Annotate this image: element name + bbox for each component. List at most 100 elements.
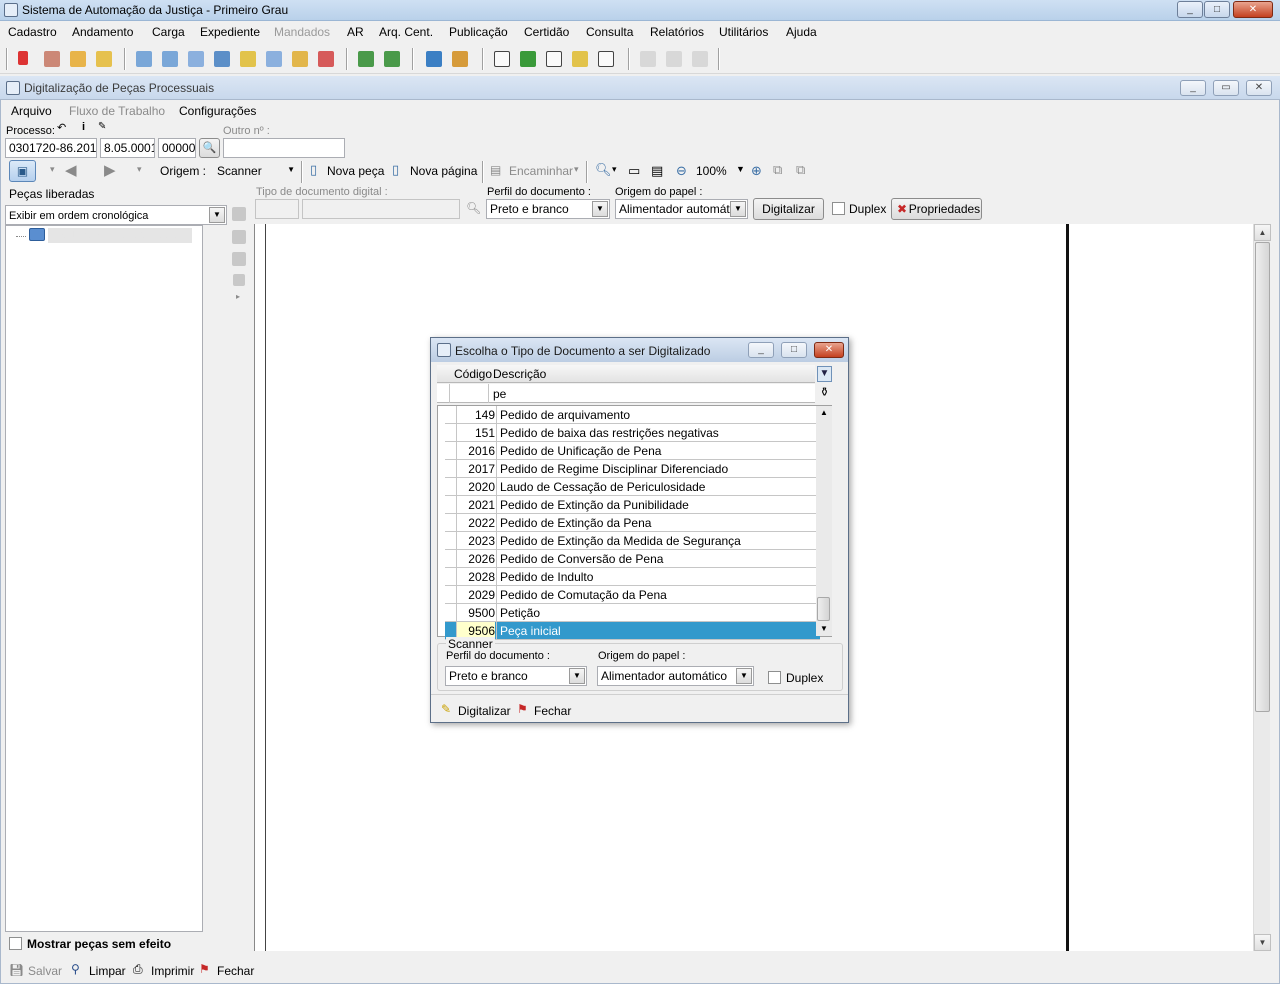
search-icon[interactable]: 🔍︎ [466, 201, 481, 215]
imprimir-button[interactable]: Imprimir [151, 964, 194, 978]
table-row[interactable]: 2020 Laudo de Cessação de Periculosidade [445, 478, 820, 496]
pages-green-icon[interactable] [520, 51, 536, 67]
scroll-down-arrow[interactable]: ▼ [1254, 934, 1271, 951]
dialog-digitalizar-button[interactable]: Digitalizar [458, 704, 511, 718]
table-row[interactable]: 2029 Pedido de Comutação da Pena [445, 586, 820, 604]
add-piece-icon[interactable] [232, 207, 246, 221]
tag-small-icon[interactable]: ✎ [98, 121, 112, 135]
pieces-tree[interactable]: 0301720-86.2015.8.05.0001 [5, 225, 203, 932]
flag-icon[interactable] [18, 51, 28, 65]
table-row[interactable]: 149 Pedido de arquivamento [445, 406, 820, 424]
menu-publicacao[interactable]: Publicação [449, 25, 508, 39]
dialog-minimize-button[interactable]: _ [748, 342, 774, 358]
menu-ajuda[interactable]: Ajuda [786, 25, 817, 39]
processo-suffix-field[interactable]: 00000 [158, 138, 196, 158]
dialog-duplex-checkbox[interactable] [768, 671, 781, 684]
pages-icon[interactable] [546, 51, 562, 67]
salvar-button[interactable]: Salvar [28, 964, 62, 978]
origem-papel-select[interactable]: Alimentador automático ▼ [615, 199, 748, 219]
copy-document-icon[interactable] [136, 51, 152, 67]
viewer-scrollbar[interactable]: ▲ ▼ [1253, 224, 1271, 951]
ordem-select[interactable]: Exibir em ordem cronológica ▼ [5, 205, 227, 225]
chevron-down-icon[interactable]: ▼ [736, 164, 745, 174]
dialog-origem-select[interactable]: Alimentador automático ▼ [597, 666, 754, 686]
edit-document-icon[interactable] [240, 51, 256, 67]
table-row[interactable]: 2028 Pedido de Indulto [445, 568, 820, 586]
text-cursor-icon[interactable] [598, 51, 614, 67]
dialog-close-button[interactable]: ✕ [814, 342, 844, 358]
filter-icon[interactable]: ▼ [817, 366, 832, 382]
remove-piece-icon[interactable] [232, 230, 246, 244]
zoom-out-icon[interactable]: ⊖ [676, 163, 687, 179]
table-row[interactable]: 151 Pedido de baixa das restrições negati… [445, 424, 820, 442]
menu-carga[interactable]: Carga [152, 25, 185, 39]
next-icon[interactable]: ▶ [104, 161, 116, 179]
scroll-up-arrow[interactable]: ▲ [1254, 224, 1271, 241]
limpar-button[interactable]: Limpar [89, 964, 126, 978]
grid-scroll-thumb[interactable] [817, 597, 830, 621]
menu-fluxo-de-trabalho[interactable]: Fluxo de Trabalho [69, 104, 165, 118]
lock-icon[interactable] [233, 274, 245, 286]
page-icon[interactable] [494, 51, 510, 67]
close-button[interactable]: ✕ [1233, 1, 1273, 18]
processo-number-field[interactable]: 0301720-86.2015 [5, 138, 97, 158]
document-list-icon[interactable] [188, 51, 204, 67]
move-piece-icon[interactable] [232, 252, 246, 266]
fechar-button[interactable]: Fechar [217, 964, 254, 978]
tag-blue-icon[interactable] [426, 51, 442, 67]
zoom-icon[interactable]: 🔍︎ [595, 162, 612, 178]
search-folder-icon[interactable] [572, 51, 588, 67]
encaminhar-button[interactable]: Encaminhar [509, 164, 573, 178]
nova-pagina-button[interactable]: Nova página [410, 164, 477, 178]
menu-certidao[interactable]: Certidão [524, 25, 569, 39]
menu-andamento[interactable]: Andamento [72, 25, 133, 39]
table-row[interactable]: 2023 Pedido de Extinção da Medida de Segu… [445, 532, 820, 550]
menu-configuracoes[interactable]: Configurações [179, 104, 256, 118]
menu-utilitarios[interactable]: Utilitários [719, 25, 768, 39]
dialog-maximize-button[interactable]: □ [781, 342, 807, 358]
undo-icon[interactable]: ↶ [57, 121, 71, 135]
child-minimize-button[interactable]: _ [1180, 80, 1206, 96]
sync-icon[interactable] [96, 51, 112, 67]
import-icon[interactable] [358, 51, 374, 67]
info-icon[interactable]: i [82, 121, 96, 135]
perfil-documento-select[interactable]: Preto e branco ▼ [486, 199, 610, 219]
find-icon[interactable] [266, 51, 282, 67]
menu-relatorios[interactable]: Relatórios [650, 25, 704, 39]
mostrar-sem-efeito-checkbox[interactable] [9, 937, 22, 950]
menu-mandados[interactable]: Mandados [274, 25, 330, 39]
duplex-checkbox[interactable] [832, 202, 845, 215]
dialog-fechar-button[interactable]: Fechar [534, 704, 571, 718]
col-descricao-header[interactable]: Descrição [493, 367, 546, 381]
scroll-thumb[interactable] [1255, 242, 1270, 712]
scroll-down-arrow[interactable]: ▼ [816, 622, 832, 636]
search-button[interactable]: 🔍 [199, 138, 220, 158]
propriedades-button[interactable]: ✖ Propriedades [891, 198, 982, 220]
table-row[interactable]: 2016 Pedido de Unificação de Pena [445, 442, 820, 460]
folder-icon[interactable] [292, 51, 308, 67]
menu-arq-cent[interactable]: Arq. Cent. [379, 25, 433, 39]
fit-page-icon[interactable]: ▤ [651, 163, 663, 179]
origem-select[interactable]: Scanner ▼ [213, 161, 298, 181]
dropdown-arrow-icon[interactable]: ▾ [574, 164, 579, 175]
fit-width-icon[interactable]: ▭ [628, 163, 640, 179]
dropdown-arrow-icon[interactable]: ▾ [137, 164, 142, 175]
filter-input[interactable]: pe [493, 387, 506, 401]
expand-arrow-icon[interactable]: ▸ [236, 292, 240, 301]
child-restore-button[interactable]: ▭ [1213, 80, 1239, 96]
table-row[interactable]: 2021 Pedido de Extinção da Punibilidade [445, 496, 820, 514]
previous-icon[interactable]: ◀ [65, 161, 77, 179]
network-icon[interactable] [452, 51, 468, 67]
dialog-perfil-select[interactable]: Preto e branco ▼ [445, 666, 587, 686]
rotate-right-icon[interactable]: ⧉ [796, 162, 805, 178]
scan-folder-button[interactable]: ▣ [9, 160, 36, 182]
zoom-level[interactable]: 100% [696, 164, 727, 178]
menu-cadastro[interactable]: Cadastro [8, 25, 57, 39]
table-row[interactable]: 9500 Petição [445, 604, 820, 622]
document-tag-icon[interactable] [70, 51, 86, 67]
digitalizar-button[interactable]: Digitalizar [753, 198, 824, 220]
rotate-left-icon[interactable]: ⧉ [773, 162, 782, 178]
menu-ar[interactable]: AR [347, 25, 364, 39]
col-codigo-header[interactable]: Código [454, 367, 492, 381]
table-row[interactable]: 9506 Peça inicial [445, 622, 820, 640]
